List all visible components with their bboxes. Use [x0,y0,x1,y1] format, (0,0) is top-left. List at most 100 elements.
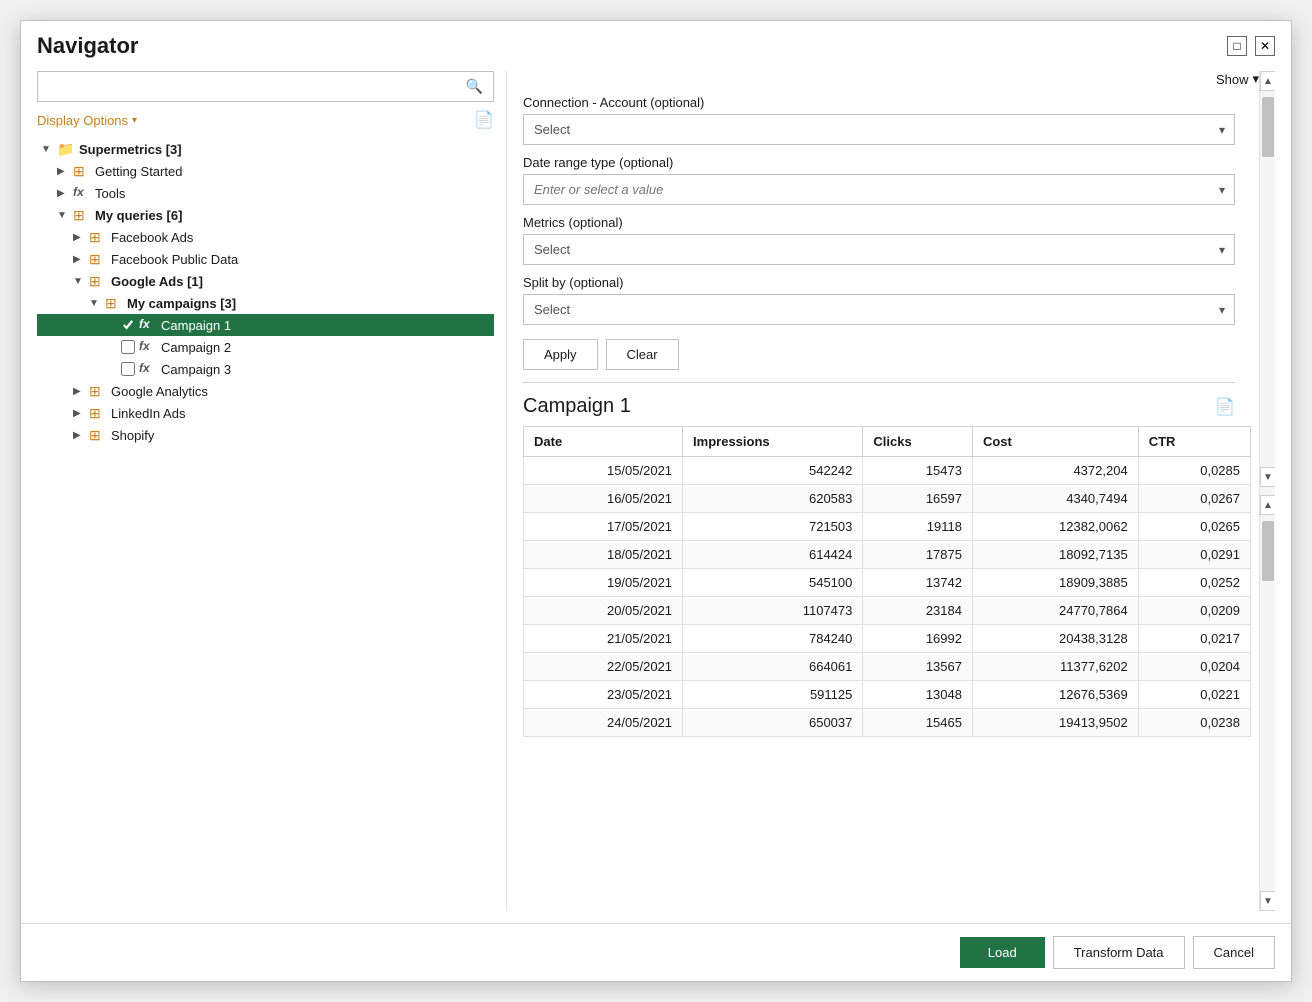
table-row: 21/05/20217842401699220438,31280,0217 [524,625,1251,653]
table-cell: 24/05/2021 [524,709,683,737]
table-cell: 0,0267 [1138,485,1250,513]
tree-item-tools[interactable]: ▶ fx Tools [37,182,494,204]
tree-item-my-queries[interactable]: ▼ ⊞ My queries [6] [37,204,494,226]
table-cell: 0,0221 [1138,681,1250,709]
metrics-select[interactable]: Select [523,234,1235,265]
table-cell: 20/05/2021 [524,597,683,625]
table-cell: 0,0291 [1138,541,1250,569]
connection-select[interactable]: Select [523,114,1235,145]
expand-arrow: ▶ [73,430,89,441]
table-cell: 784240 [683,625,863,653]
table-row: 17/05/20217215031911812382,00620,0265 [524,513,1251,541]
show-button[interactable]: Show ▾ [1216,71,1259,87]
minimize-button[interactable]: □ [1227,36,1247,56]
table-cell: 4340,7494 [972,485,1138,513]
tree-item-google-analytics[interactable]: ▶ ⊞ Google Analytics [37,380,494,402]
scroll-up-arrow[interactable]: ▲ [1260,71,1275,91]
scrollbar-thumb-top[interactable] [1262,97,1274,157]
section-divider [523,382,1235,383]
load-button[interactable]: Load [960,937,1045,968]
search-button[interactable]: 🔍 [456,72,493,101]
table-cell: 0,0285 [1138,457,1250,485]
table-cell: 19/05/2021 [524,569,683,597]
table-cell: 664061 [683,653,863,681]
split-by-select[interactable]: Select [523,294,1235,325]
tree-item-facebook-ads[interactable]: ▶ ⊞ Facebook Ads [37,226,494,248]
scrollbar-thumb-bottom[interactable] [1262,521,1274,581]
table-cell: 542242 [683,457,863,485]
options-section: Connection - Account (optional) Select D… [523,95,1259,370]
split-by-group: Split by (optional) Select [523,275,1235,325]
export-icon-button[interactable]: 📄 [474,110,494,130]
item-label: Supermetrics [3] [79,142,182,157]
apply-button[interactable]: Apply [523,339,598,370]
table-cell: 13742 [863,569,973,597]
expand-arrow: ▼ [57,210,73,221]
tree-view: ▼ 📁 Supermetrics [3] ▶ ⊞ Getting Started… [37,138,494,911]
tree-item-getting-started[interactable]: ▶ ⊞ Getting Started [37,160,494,182]
vertical-scrollbar: ▲ ▼ ▲ ▼ [1259,71,1275,911]
clear-button[interactable]: Clear [606,339,679,370]
expand-arrow: ▶ [73,386,89,397]
fx-icon: fx [73,185,91,201]
close-button[interactable]: ✕ [1255,36,1275,56]
table-row: 24/05/20216500371546519413,95020,0238 [524,709,1251,737]
tree-item-google-ads[interactable]: ▼ ⊞ Google Ads [1] [37,270,494,292]
display-options-label: Display Options [37,113,128,128]
date-range-input[interactable] [523,174,1235,205]
display-options-button[interactable]: Display Options ▾ [37,113,137,128]
transform-button[interactable]: Transform Data [1053,936,1185,969]
table-cell: 23184 [863,597,973,625]
table-cell: 22/05/2021 [524,653,683,681]
expand-arrow: ▶ [57,166,73,177]
campaign-2-checkbox[interactable] [121,340,135,354]
table-cell: 13567 [863,653,973,681]
scroll-down-arrow-mid[interactable]: ▼ [1260,467,1275,487]
window-title: Navigator [37,33,138,59]
item-label: Campaign 1 [161,318,231,333]
table-cell: 24770,7864 [972,597,1138,625]
tree-item-my-campaigns[interactable]: ▼ ⊞ My campaigns [3] [37,292,494,314]
tree-item-linkedin-ads[interactable]: ▶ ⊞ LinkedIn Ads [37,402,494,424]
table-cell: 15473 [863,457,973,485]
table-cell: 620583 [683,485,863,513]
table-cell: 545100 [683,569,863,597]
scroll-up-arrow-bottom[interactable]: ▲ [1260,495,1275,515]
table-cell: 18092,7135 [972,541,1138,569]
search-input[interactable] [38,73,456,100]
tree-item-campaign-2[interactable]: fx Campaign 2 [37,336,494,358]
table-cell: 16597 [863,485,973,513]
chevron-down-icon: ▾ [132,115,137,126]
display-options-row: Display Options ▾ 📄 [37,110,494,130]
tree-item-shopify[interactable]: ▶ ⊞ Shopify [37,424,494,446]
table-icon: ⊞ [89,273,107,289]
export-icon[interactable]: 📄 [1215,397,1235,417]
tree-item-facebook-public[interactable]: ▶ ⊞ Facebook Public Data [37,248,494,270]
tree-item-campaign-1[interactable]: fx Campaign 1 [37,314,494,336]
main-content: 🔍 Display Options ▾ 📄 ▼ 📁 Supermetrics [… [21,59,1291,923]
item-label: My queries [6] [95,208,182,223]
table-icon: ⊞ [89,383,107,399]
campaign-1-checkbox[interactable] [121,318,135,332]
fx-icon: fx [139,317,157,333]
cancel-button[interactable]: Cancel [1193,936,1275,969]
table-cell: 721503 [683,513,863,541]
scroll-down-arrow[interactable]: ▼ [1260,891,1275,911]
campaign-3-checkbox[interactable] [121,362,135,376]
item-label: Google Analytics [111,384,208,399]
table-cell: 0,0209 [1138,597,1250,625]
data-table: Date Impressions Clicks Cost CTR 15/05/2… [523,426,1251,737]
table-cell: 13048 [863,681,973,709]
date-range-label: Date range type (optional) [523,155,1235,170]
table-row: 22/05/20216640611356711377,62020,0204 [524,653,1251,681]
tree-item-supermetrics[interactable]: ▼ 📁 Supermetrics [3] [37,138,494,160]
show-label: Show [1216,72,1249,87]
table-row: 15/05/2021542242154734372,2040,0285 [524,457,1251,485]
scrollbar-track [1260,91,1275,467]
col-date: Date [524,427,683,457]
table-icon: ⊞ [89,427,107,443]
tree-item-campaign-3[interactable]: fx Campaign 3 [37,358,494,380]
connection-label: Connection - Account (optional) [523,95,1235,110]
footer: Load Transform Data Cancel [21,923,1291,981]
item-label: Campaign 2 [161,340,231,355]
